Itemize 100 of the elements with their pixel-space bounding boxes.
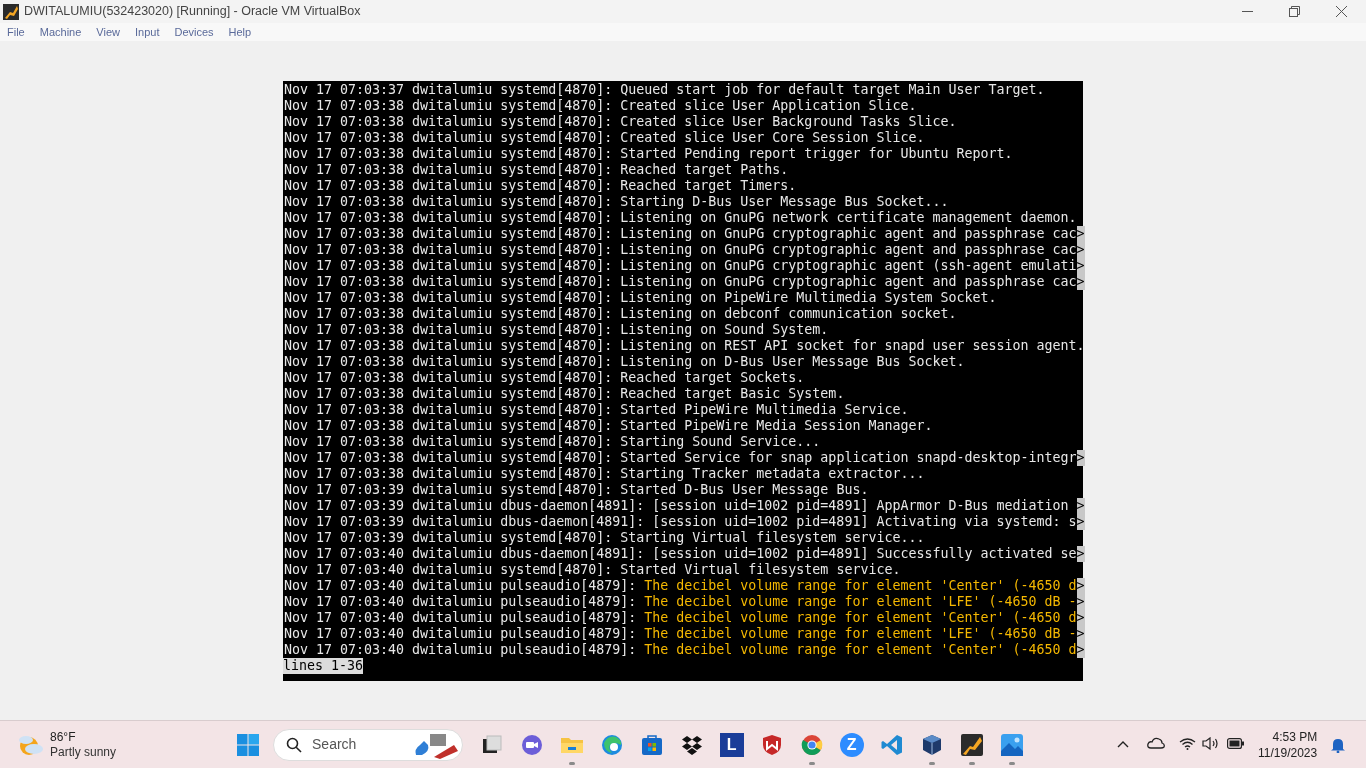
log-prefix: Nov 17 07:03:38 dwitalumiu systemd[4870]: — [284, 98, 614, 114]
log-message: [session uid=1002 pid=4891] Activating via systemd: s — [652, 514, 1077, 530]
search-field[interactable]: Search — [273, 728, 464, 761]
search-icon — [286, 736, 303, 753]
battery-icon[interactable] — [1227, 738, 1244, 749]
app-window-icon[interactable] — [959, 732, 984, 757]
overflow-marker: > — [1076, 514, 1085, 530]
log-prefix: Nov 17 07:03:38 dwitalumiu systemd[4870]: — [284, 178, 614, 194]
log-message: [session uid=1002 pid=4891] AppArmor D-Bus mediation — [652, 498, 1070, 514]
log-message: Listening on GnuPG network certificate management daemon. — [620, 210, 1077, 226]
code-editor-icon[interactable] — [879, 732, 904, 757]
log-message: Listening on GnuPG cryptographic agent and passphrase cac — [620, 242, 1077, 258]
log-prefix: Nov 17 07:03:38 dwitalumiu systemd[4870]: — [284, 306, 614, 322]
overflow-marker: > — [1076, 498, 1085, 514]
chevron-up-icon[interactable] — [1117, 740, 1129, 748]
overflow-marker: > — [1076, 274, 1085, 290]
bell-icon[interactable] — [1330, 737, 1346, 753]
log-message: Queued start job for default target Main User Target. — [620, 82, 1045, 98]
log-message: Started Service for snap application snapd-desktop-integr — [620, 450, 1077, 466]
app-icon — [3, 3, 19, 20]
log-prefix: Nov 17 07:03:38 dwitalumiu systemd[4870]: — [284, 322, 614, 338]
log-message: Listening on debconf communication socket. — [620, 306, 957, 322]
log-prefix: Nov 17 07:03:38 dwitalumiu systemd[4870]: — [284, 290, 614, 306]
log-message: Created slice User Application Slice. — [620, 98, 917, 114]
chrome-icon[interactable] — [799, 732, 824, 757]
log-message: Starting Tracker metadata extractor... — [620, 466, 925, 482]
cloud-icon[interactable] — [1147, 737, 1165, 749]
log-message: Listening on Sound System. — [620, 322, 829, 338]
overflow-marker: > — [1076, 450, 1085, 466]
log-prefix: Nov 17 07:03:39 dwitalumiu systemd[4870]: — [284, 530, 614, 546]
menu-item[interactable]: Machine — [39, 23, 82, 41]
log-warning-message: The decibel volume range for element 'Center' (-4650 d — [644, 642, 1077, 658]
menu-item[interactable]: Input — [134, 23, 160, 41]
log-prefix: Nov 17 07:03:40 dwitalumiu systemd[4870]: — [284, 562, 614, 578]
log-prefix: Nov 17 07:03:38 dwitalumiu systemd[4870]: — [284, 146, 614, 162]
speaker-icon[interactable] — [1202, 737, 1219, 750]
log-message: Created slice User Background Tasks Slice. — [620, 114, 957, 130]
log-prefix: Nov 17 07:03:39 dwitalumiu dbus-daemon[4891]: — [284, 498, 646, 514]
log-message: Reached target Timers. — [620, 178, 797, 194]
clock-time[interactable]: 4:53 PM — [1272, 729, 1318, 745]
log-message: Reached target Basic System. — [620, 386, 845, 402]
log-message: Listening on GnuPG cryptographic agent (ssh-agent emulati — [620, 258, 1077, 274]
clock-date[interactable]: 11/19/2023 — [1258, 745, 1318, 761]
weather-condition[interactable]: Partly sunny — [50, 744, 117, 760]
overflow-marker: > — [1076, 242, 1085, 258]
close-icon[interactable] — [1336, 6, 1347, 17]
menu-item[interactable]: Help — [228, 23, 252, 41]
overflow-marker: > — [1076, 642, 1085, 658]
menu-item[interactable]: Devices — [174, 23, 214, 41]
log-prefix: Nov 17 07:03:38 dwitalumiu systemd[4870]: — [284, 162, 614, 178]
app-tile[interactable]: Z — [839, 732, 864, 757]
log-prefix: Nov 17 07:03:37 dwitalumiu systemd[4870]: — [284, 82, 614, 98]
overflow-marker: > — [1076, 258, 1085, 274]
log-prefix: Nov 17 07:03:38 dwitalumiu systemd[4870]: — [284, 130, 614, 146]
weather-temperature[interactable]: 86°F — [50, 729, 117, 745]
log-prefix: Nov 17 07:03:40 dwitalumiu pulseaudio[4879]: — [284, 642, 638, 658]
log-prefix: Nov 17 07:03:38 dwitalumiu systemd[4870]: — [284, 242, 614, 258]
log-message: Reached target Sockets. — [620, 370, 805, 386]
log-warning-message: The decibel volume range for element 'LFE' (-4650 dB - — [644, 626, 1077, 642]
log-message: Started PipeWire Multimedia Service. — [620, 402, 909, 418]
log-message: Listening on GnuPG cryptographic agent and passphrase cac — [620, 226, 1077, 242]
log-message: [session uid=1002 pid=4891] Successfully activated se — [652, 546, 1077, 562]
log-prefix: Nov 17 07:03:38 dwitalumiu systemd[4870]: — [284, 274, 614, 290]
log-prefix: Nov 17 07:03:40 dwitalumiu dbus-daemon[4891]: — [284, 546, 646, 562]
wifi-icon[interactable] — [1179, 737, 1196, 750]
log-prefix: Nov 17 07:03:38 dwitalumiu systemd[4870]: — [284, 258, 614, 274]
log-prefix: Nov 17 07:03:39 dwitalumiu dbus-daemon[4891]: — [284, 514, 646, 530]
log-message: Started Virtual filesystem service. — [620, 562, 901, 578]
log-message: Starting D-Bus User Message Bus Socket... — [620, 194, 949, 210]
log-prefix: Nov 17 07:03:38 dwitalumiu systemd[4870]: — [284, 210, 614, 226]
pager-status: lines 1-36 — [283, 658, 364, 674]
search-placeholder: Search — [312, 735, 357, 754]
log-prefix: Nov 17 07:03:38 dwitalumiu systemd[4870]: — [284, 354, 614, 370]
start-icon[interactable] — [237, 733, 260, 756]
chat-icon[interactable] — [519, 732, 544, 757]
app-tile[interactable]: L — [719, 732, 744, 757]
log-message: Reached target Paths. — [620, 162, 789, 178]
log-message: Listening on GnuPG cryptographic agent and passphrase cac — [620, 274, 1077, 290]
log-prefix: Nov 17 07:03:40 dwitalumiu pulseaudio[4879]: — [284, 578, 638, 594]
log-prefix: Nov 17 07:03:38 dwitalumiu systemd[4870]: — [284, 418, 614, 434]
menu-item[interactable]: File — [7, 23, 25, 41]
overflow-marker: > — [1076, 626, 1085, 642]
log-prefix: Nov 17 07:03:40 dwitalumiu pulseaudio[4879]: — [284, 594, 638, 610]
log-prefix: Nov 17 07:03:38 dwitalumiu systemd[4870]: — [284, 402, 614, 418]
log-prefix: Nov 17 07:03:38 dwitalumiu systemd[4870]: — [284, 194, 614, 210]
overflow-marker: > — [1076, 610, 1085, 626]
log-prefix: Nov 17 07:03:40 dwitalumiu pulseaudio[4879]: — [284, 626, 638, 642]
log-prefix: Nov 17 07:03:38 dwitalumiu systemd[4870]: — [284, 226, 614, 242]
restore-icon[interactable] — [1289, 6, 1300, 17]
browser-icon[interactable] — [599, 732, 624, 757]
photos-icon[interactable] — [999, 732, 1024, 757]
log-prefix: Nov 17 07:03:38 dwitalumiu systemd[4870]: — [284, 434, 614, 450]
log-message: Started Pending report trigger for Ubuntu Report. — [620, 146, 1013, 162]
log-message: Created slice User Core Session Slice. — [620, 130, 925, 146]
log-prefix: Nov 17 07:03:38 dwitalumiu systemd[4870]: — [284, 386, 614, 402]
log-prefix: Nov 17 07:03:39 dwitalumiu systemd[4870]: — [284, 482, 614, 498]
store-icon[interactable] — [639, 732, 664, 757]
window-title: DWITALUMIU(532423020) [Running] - Oracle VM VirtualBox — [24, 3, 361, 21]
menu-item[interactable]: View — [96, 23, 120, 41]
overflow-marker: > — [1076, 594, 1085, 610]
